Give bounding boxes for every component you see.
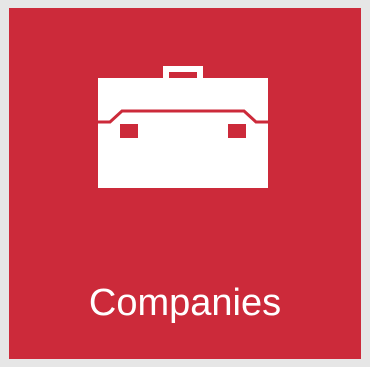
- tile-label: Companies: [88, 282, 282, 324]
- briefcase-icon: [98, 66, 268, 188]
- companies-tile[interactable]: Companies: [9, 8, 361, 359]
